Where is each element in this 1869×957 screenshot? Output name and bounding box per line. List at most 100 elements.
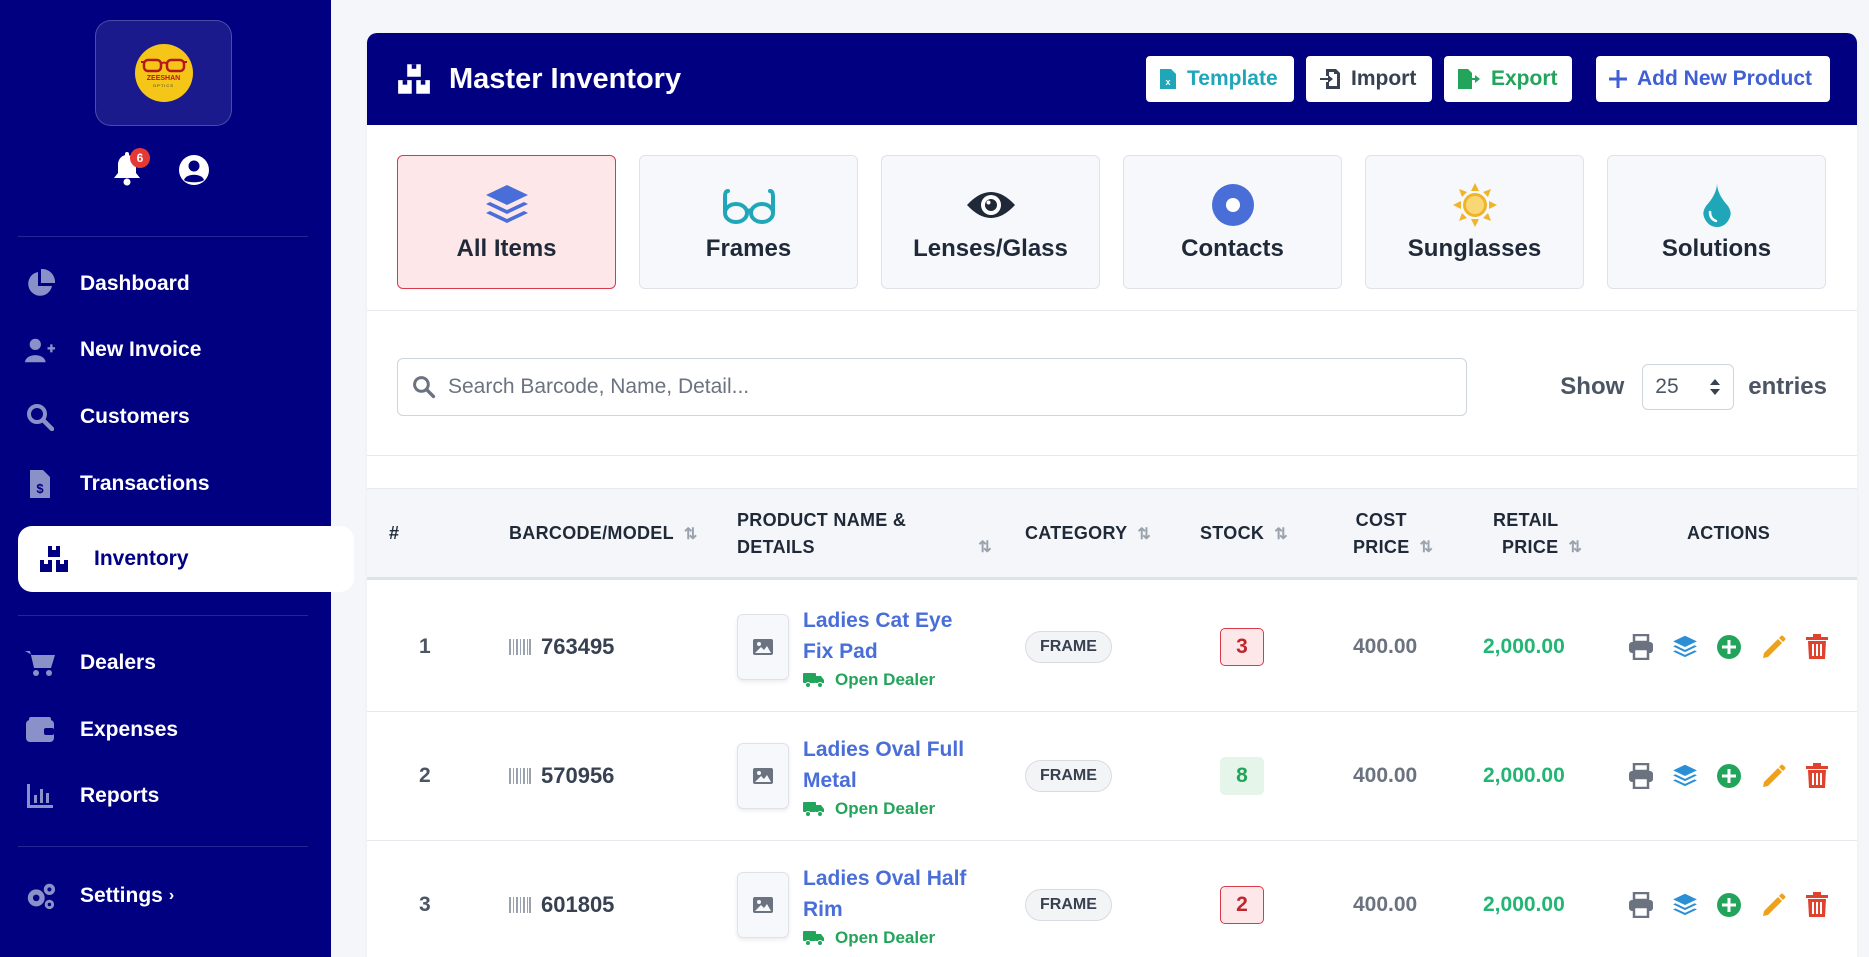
stock-badge: 3 (1220, 628, 1264, 666)
layers-icon[interactable] (1671, 762, 1699, 790)
pencil-icon[interactable] (1759, 891, 1787, 919)
plus-circle-icon[interactable] (1715, 762, 1743, 790)
truck-icon (803, 801, 824, 817)
column-header-stock[interactable]: STOCK ⇅ (1200, 489, 1288, 578)
sort-updown-icon (1710, 379, 1721, 395)
file-import-icon (1319, 68, 1341, 90)
logo-brand-text: ZEESHAN (146, 75, 181, 82)
barcode-cell: 601805 (509, 841, 614, 957)
column-header-num: # (389, 523, 400, 543)
column-header-retail[interactable]: RETAIL PRICE ⇅ (1493, 489, 1582, 578)
row-number: 3 (419, 893, 431, 916)
sidebar-item-dealers[interactable]: Dealers (18, 633, 354, 693)
sidebar-item-label: Expenses (80, 718, 179, 741)
category-tile-all-items[interactable]: All Items (397, 155, 616, 289)
sidebar-item-transactions[interactable]: $ Transactions (18, 454, 354, 514)
product-cell: Ladies Cat Eye Fix Pad Open Dealer (737, 583, 983, 711)
sort-icon[interactable]: ⇅ (1568, 537, 1582, 557)
layers-icon[interactable] (1671, 633, 1699, 661)
sidebar-top-icons: 6 (112, 148, 210, 188)
category-tile-solutions[interactable]: Solutions (1607, 155, 1826, 289)
svg-text:$: $ (36, 481, 44, 496)
product-info: Ladies Oval Full Metal Open Dealer (803, 734, 983, 819)
product-name-link[interactable]: Ladies Oval Full Metal (803, 734, 983, 796)
product-thumbnail[interactable] (737, 614, 789, 680)
table-header: # BARCODE/MODEL ⇅ PRODUCT NAME & DETAILS … (367, 488, 1857, 580)
card-header: Master Inventory x Template Import Expor… (367, 33, 1857, 125)
print-icon[interactable] (1627, 891, 1655, 919)
plus-circle-icon[interactable] (1715, 891, 1743, 919)
sort-icon[interactable]: ⇅ (1420, 537, 1434, 557)
add-new-product-button[interactable]: Add New Product (1596, 56, 1830, 102)
dealer-label[interactable]: Open Dealer (803, 799, 983, 819)
column-header-product[interactable]: PRODUCT NAME & DETAILS ⇅ (737, 489, 992, 578)
sidebar-item-new-invoice[interactable]: New Invoice (18, 320, 354, 380)
sort-icon[interactable]: ⇅ (978, 537, 992, 557)
product-name-link[interactable]: Ladies Oval Half Rim (803, 863, 983, 925)
row-number: 1 (419, 635, 431, 658)
product-info: Ladies Oval Half Rim Open Dealer (803, 863, 983, 948)
dealer-label[interactable]: Open Dealer (803, 670, 983, 690)
brand-logo[interactable]: ZEESHAN OPTICS (95, 20, 232, 126)
search-field[interactable] (397, 358, 1467, 416)
category-cell: FRAME (1025, 841, 1112, 957)
template-button[interactable]: x Template (1146, 56, 1294, 102)
plus-icon (1609, 70, 1627, 88)
trash-icon[interactable] (1803, 762, 1831, 790)
pencil-icon[interactable] (1759, 762, 1787, 790)
column-header-cost[interactable]: COST PRICE ⇅ (1353, 489, 1433, 578)
barcode-cell: 570956 (509, 712, 614, 840)
user-circle-icon[interactable] (178, 154, 210, 186)
print-icon[interactable] (1627, 762, 1655, 790)
export-button[interactable]: Export (1444, 56, 1572, 102)
pencil-icon[interactable] (1759, 633, 1787, 661)
pie-chart-icon (24, 269, 56, 299)
truck-icon (803, 930, 824, 946)
category-tile-lenses-glass[interactable]: Lenses/Glass (881, 155, 1100, 289)
sidebar-divider (18, 236, 308, 237)
category-cell: FRAME (1025, 712, 1112, 840)
logo-emblem: ZEESHAN OPTICS (134, 44, 193, 102)
sort-icon[interactable]: ⇅ (1137, 524, 1151, 544)
category-label: Solutions (1661, 235, 1772, 262)
layers-icon[interactable] (1671, 891, 1699, 919)
category-tile-contacts[interactable]: Contacts (1123, 155, 1342, 289)
product-name-link[interactable]: Ladies Cat Eye Fix Pad (803, 605, 983, 667)
sidebar-divider (18, 615, 308, 616)
sort-icon[interactable]: ⇅ (684, 524, 698, 544)
sidebar-divider (18, 846, 308, 847)
search-input[interactable] (448, 375, 1408, 399)
sidebar-item-dashboard[interactable]: Dashboard (18, 254, 354, 314)
sidebar-item-label: Dealers (80, 651, 156, 674)
sun-icon (1452, 181, 1498, 229)
trash-icon[interactable] (1803, 633, 1831, 661)
dealer-label[interactable]: Open Dealer (803, 928, 983, 948)
glasses-logo-icon (140, 58, 187, 73)
plus-circle-icon[interactable] (1715, 633, 1743, 661)
sort-icon[interactable]: ⇅ (1274, 524, 1288, 544)
boxes-icon (398, 64, 430, 94)
category-label: Contacts (1181, 235, 1284, 262)
category-badge: FRAME (1025, 889, 1112, 921)
column-header-barcode[interactable]: BARCODE/MODEL ⇅ (509, 489, 698, 578)
product-info: Ladies Cat Eye Fix Pad Open Dealer (803, 605, 983, 690)
print-icon[interactable] (1627, 633, 1655, 661)
sidebar-item-settings[interactable]: Settings › (18, 866, 354, 926)
category-tile-frames[interactable]: Frames (639, 155, 858, 289)
section-divider (367, 455, 1857, 456)
product-thumbnail[interactable] (737, 743, 789, 809)
notifications-button[interactable]: 6 (112, 148, 150, 188)
cost-price: 400.00 (1353, 635, 1418, 658)
sidebar-item-customers[interactable]: Customers (18, 387, 354, 447)
column-header-category[interactable]: CATEGORY ⇅ (1025, 489, 1151, 578)
sidebar-item-label: Dashboard (80, 272, 190, 295)
sidebar-item-inventory[interactable]: Inventory (18, 526, 354, 592)
entries-select[interactable]: 25 (1642, 364, 1735, 410)
sidebar-item-reports[interactable]: Reports (18, 766, 354, 826)
trash-icon[interactable] (1803, 891, 1831, 919)
product-thumbnail[interactable] (737, 872, 789, 938)
category-label: Lenses/Glass (913, 235, 1068, 262)
category-tile-sunglasses[interactable]: Sunglasses (1365, 155, 1584, 289)
sidebar-item-expenses[interactable]: Expenses (18, 700, 354, 760)
import-button[interactable]: Import (1306, 56, 1432, 102)
